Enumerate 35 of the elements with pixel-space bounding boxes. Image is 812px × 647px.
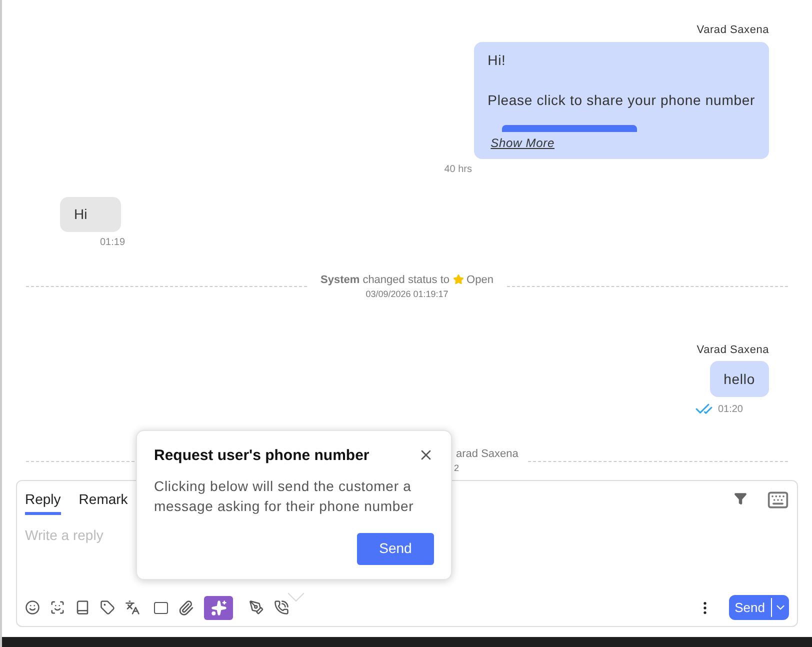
smile-icon[interactable]	[25, 600, 40, 615]
composer-tab[interactable]: Remark	[78, 489, 128, 515]
tag-icon[interactable]	[100, 600, 115, 615]
composer-tab[interactable]: Reply	[25, 489, 61, 515]
popover-title: Request user's phone number	[154, 446, 370, 466]
popover-pointer	[288, 593, 304, 602]
phone-icon[interactable]	[274, 600, 289, 615]
message-text: hello	[724, 370, 755, 389]
sender-name: Varad Saxena	[696, 23, 769, 38]
event-time: 2	[454, 462, 460, 472]
popover-description: Clicking below will send the customer a message asking for their phone number	[154, 476, 415, 516]
event-time: 03/09/2026 01:19:17	[366, 288, 448, 301]
translate-icon[interactable]	[125, 600, 140, 615]
status-change-text: System changed status to Open	[320, 272, 494, 288]
message-text: Hi	[74, 204, 88, 224]
send-split-button[interactable]: Send	[728, 595, 789, 620]
message-time: 01:19	[100, 236, 126, 250]
ai-button[interactable]	[204, 596, 233, 620]
send-label[interactable]: Send	[728, 598, 772, 618]
keyboard-icon[interactable]	[767, 489, 789, 511]
event-text: arad Saxena	[456, 447, 518, 462]
message-text: Please click to share your phone number	[488, 90, 755, 110]
sender-name: Varad Saxena	[696, 342, 769, 358]
filter-icon[interactable]	[734, 492, 747, 505]
message-time: 40 hrs	[444, 162, 472, 176]
message-text: Hi!	[488, 50, 507, 70]
pen-icon[interactable]	[249, 600, 264, 615]
message-time: 01:20	[718, 402, 743, 416]
popover-send-button[interactable]: Send	[357, 532, 434, 564]
face-scan-icon[interactable]	[50, 600, 65, 615]
show-more-link[interactable]: Show More	[490, 134, 755, 152]
star-icon	[452, 274, 464, 286]
sparkles-icon	[210, 600, 226, 616]
paperclip-icon[interactable]	[178, 600, 194, 616]
book-icon[interactable]	[75, 600, 90, 615]
